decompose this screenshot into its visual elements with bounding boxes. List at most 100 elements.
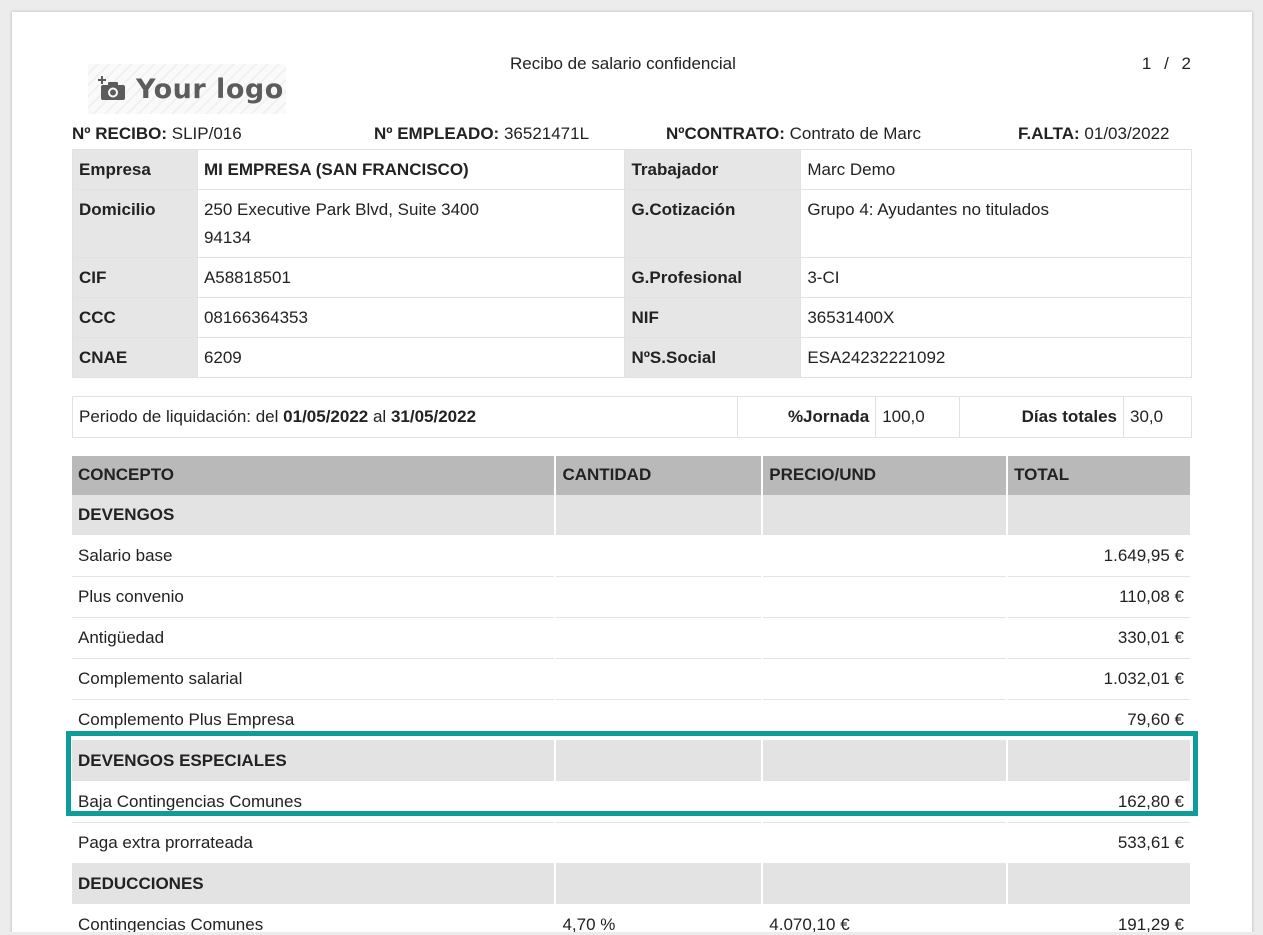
price-cell: 4.070,10 €: [762, 904, 1009, 935]
company-logo: Your logo: [88, 64, 286, 114]
table-row: Complemento salarial 1.032,01 €: [72, 658, 1192, 700]
receipt-number: Nº RECIBO: SLIP/016: [72, 124, 242, 143]
qty-cell: [555, 781, 764, 823]
company-worker-table: Empresa MI EMPRESA (SAN FRANCISCO) Traba…: [72, 149, 1192, 378]
table-row: Domicilio 250 Executive Park Blvd, Suite…: [72, 189, 1192, 258]
qty-cell: [555, 535, 764, 577]
empresa-label: Empresa: [72, 149, 198, 190]
dias-label: Días totales: [959, 396, 1124, 438]
col-cantidad: CANTIDAD: [555, 456, 764, 495]
cnae-value: 6209: [196, 337, 626, 378]
cnae-label: CNAE: [72, 337, 198, 378]
concept-cell: Complemento salarial: [72, 658, 557, 700]
cif-label: CIF: [72, 257, 198, 298]
table-header-row: CONCEPTO CANTIDAD PRECIO/UND TOTAL: [72, 456, 1192, 495]
table-row: CCC 08166364353 NIF 36531400X: [72, 297, 1192, 338]
col-precio: PRECIO/UND: [762, 456, 1009, 495]
domicilio-line2: 94134: [203, 228, 252, 247]
table-row: Complemento Plus Empresa 79,60 €: [72, 699, 1192, 741]
ccc-label: CCC: [72, 297, 198, 338]
empresa-value: MI EMPRESA (SAN FRANCISCO): [196, 149, 626, 190]
cif-value: A58818501: [196, 257, 626, 298]
table-row: Salario base 1.649,95 €: [72, 535, 1192, 577]
qty-cell: 4,70 %: [555, 904, 764, 935]
table-row: Empresa MI EMPRESA (SAN FRANCISCO) Traba…: [72, 149, 1192, 190]
price-cell: [762, 576, 1009, 618]
domicilio-value: 250 Executive Park Blvd, Suite 3400 94134: [196, 189, 626, 258]
total-cell: 1.649,95 €: [1007, 535, 1192, 577]
page-indicator: 1 / 2: [1142, 54, 1191, 74]
col-concepto: CONCEPTO: [72, 456, 557, 495]
concept-cell: Salario base: [72, 535, 557, 577]
ccc-value: 08166364353: [196, 297, 626, 338]
page-total: 2: [1181, 54, 1191, 73]
jornada-value: 100,0: [875, 396, 961, 438]
section-title: DEVENGOS ESPECIALES: [72, 740, 557, 782]
contract-number: NºCONTRATO: Contrato de Marc: [666, 124, 921, 143]
camera-icon: [98, 76, 125, 100]
document-title: Recibo de salario confidencial: [510, 54, 736, 73]
concept-cell: Complemento Plus Empresa: [72, 699, 557, 741]
page-separator: /: [1164, 54, 1169, 73]
jornada-label: %Jornada: [737, 396, 877, 438]
section-row-devengos: DEVENGOS: [72, 495, 1192, 536]
table-row: CNAE 6209 NºS.Social ESA24232221092: [72, 337, 1192, 378]
total-cell: 79,60 €: [1007, 699, 1192, 741]
total-cell: 162,80 €: [1007, 781, 1192, 823]
total-cell: 191,29 €: [1007, 904, 1192, 935]
table-row: Antigüedad 330,01 €: [72, 617, 1192, 659]
concept-cell: Paga extra prorrateada: [72, 822, 557, 864]
concepts-table: CONCEPTO CANTIDAD PRECIO/UND TOTAL DEVEN…: [72, 456, 1192, 935]
trabajador-label: Trabajador: [624, 149, 802, 190]
col-total: TOTAL: [1007, 456, 1192, 495]
section-row-deducciones: DEDUCCIONES: [72, 863, 1192, 905]
table-row: Paga extra prorrateada 533,61 €: [72, 822, 1192, 864]
nif-value: 36531400X: [800, 297, 1192, 338]
table-row: Periodo de liquidación: del 01/05/2022 a…: [71, 396, 1192, 438]
price-cell: [762, 617, 1009, 659]
nif-label: NIF: [624, 297, 802, 338]
total-cell: 1.032,01 €: [1007, 658, 1192, 700]
qty-cell: [555, 822, 764, 864]
dias-value: 30,0: [1123, 396, 1192, 438]
ss-label: NºS.Social: [624, 337, 802, 378]
domicilio-label: Domicilio: [72, 189, 198, 258]
cotizacion-label: G.Cotización: [624, 189, 802, 258]
profesional-label: G.Profesional: [624, 257, 802, 298]
table-row: Contingencias Comunes 4,70 % 4.070,10 € …: [72, 904, 1192, 935]
trabajador-value: Marc Demo: [800, 149, 1192, 190]
table-row: Baja Contingencias Comunes 162,80 €: [72, 781, 1192, 823]
section-title: DEDUCCIONES: [72, 863, 557, 905]
price-cell: [762, 699, 1009, 741]
cotizacion-value: Grupo 4: Ayudantes no titulados: [800, 189, 1192, 258]
total-cell: 110,08 €: [1007, 576, 1192, 618]
employee-number: Nº EMPLEADO: 36521471L: [374, 124, 590, 143]
qty-cell: [555, 617, 764, 659]
section-title: DEVENGOS: [72, 495, 557, 536]
page-current: 1: [1141, 54, 1152, 73]
price-cell: [762, 535, 1009, 577]
qty-cell: [555, 658, 764, 700]
price-cell: [762, 658, 1009, 700]
qty-cell: [555, 576, 764, 618]
concept-cell: Baja Contingencias Comunes: [72, 781, 557, 823]
section-row-devengos-especiales: DEVENGOS ESPECIALES: [72, 740, 1192, 782]
period-table: Periodo de liquidación: del 01/05/2022 a…: [71, 396, 1192, 438]
start-date: F.ALTA: 01/03/2022: [1018, 124, 1170, 143]
domicilio-line1: 250 Executive Park Blvd, Suite 3400: [203, 200, 479, 219]
period-range: Periodo de liquidación: del 01/05/2022 a…: [71, 396, 739, 438]
receipt-meta: Nº RECIBO: SLIP/016 Nº EMPLEADO: 3652147…: [72, 124, 1192, 146]
total-cell: 330,01 €: [1007, 617, 1192, 659]
price-cell: [762, 781, 1009, 823]
table-row: CIF A58818501 G.Profesional 3-CI: [72, 257, 1192, 298]
ss-value: ESA24232221092: [800, 337, 1192, 378]
qty-cell: [555, 699, 764, 741]
concept-cell: Plus convenio: [72, 576, 557, 618]
logo-text: Your logo: [136, 73, 284, 105]
concept-cell: Antigüedad: [72, 617, 557, 659]
concept-cell: Contingencias Comunes: [72, 904, 557, 935]
table-row: Plus convenio 110,08 €: [72, 576, 1192, 618]
total-cell: 533,61 €: [1007, 822, 1192, 864]
price-cell: [762, 822, 1009, 864]
profesional-value: 3-CI: [800, 257, 1192, 298]
